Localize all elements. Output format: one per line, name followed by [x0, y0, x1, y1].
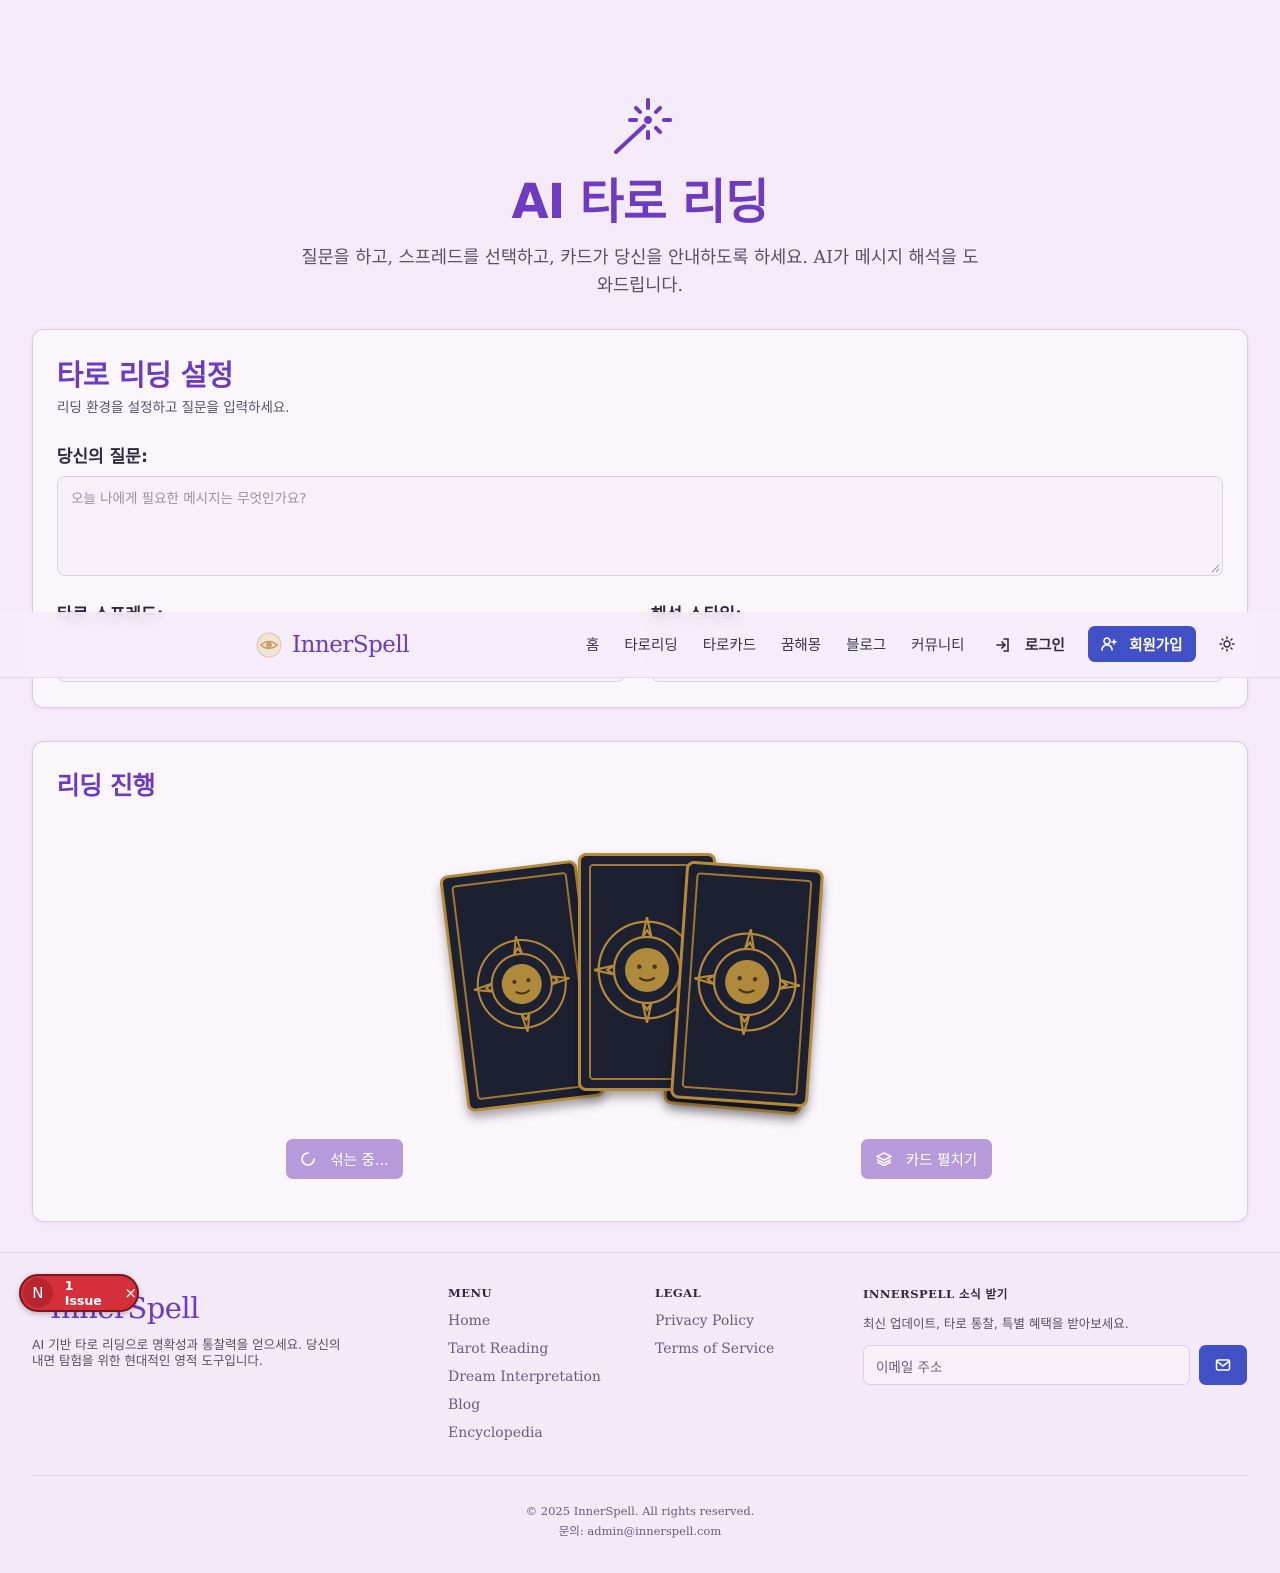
- nav-home[interactable]: 홈: [586, 634, 599, 655]
- issue-initial: N: [23, 1278, 53, 1308]
- copyright-text: © 2025 InnerSpell. All rights reserved.: [525, 1504, 755, 1518]
- footer-menu-title: MENU: [448, 1286, 493, 1300]
- page-subtitle: 질문을 하고, 스프레드를 선택하고, 카드가 당신을 안내하도록 하세요. A…: [301, 248, 979, 296]
- footer: InnerSpell AI 기반 타로 리딩으로 명확성과 통찰력을 얻으세요.…: [0, 1252, 1280, 1573]
- shuffle-button[interactable]: 섞는 중...: [286, 1139, 403, 1179]
- sun-icon[interactable]: [1219, 636, 1235, 652]
- issue-label: 1 Issue: [64, 1278, 102, 1308]
- newsletter-email-input[interactable]: 이메일 주소: [863, 1345, 1190, 1385]
- footer-link-encyclopedia[interactable]: Encyclopedia: [448, 1425, 601, 1453]
- brand-name: InnerSpell: [292, 632, 410, 658]
- nav-dream[interactable]: 꿈해몽: [781, 634, 821, 655]
- page-title: AI 타로 리딩: [511, 174, 769, 230]
- signup-label: 회원가입: [1129, 637, 1183, 654]
- copyright: © 2025 InnerSpell. All rights reserved. …: [0, 1501, 1280, 1541]
- settings-title: 타로 리딩 설정: [57, 358, 234, 392]
- footer-link-privacy[interactable]: Privacy Policy: [655, 1313, 774, 1341]
- email-placeholder: 이메일 주소: [876, 1360, 943, 1376]
- sun-face-icon: [694, 929, 801, 1035]
- footer-link-tarot-reading[interactable]: Tarot Reading: [448, 1341, 601, 1369]
- contact-text: 문의: admin@innerspell.com: [558, 1524, 722, 1538]
- hero: AI 타로 리딩 질문을 하고, 스프레드를 선택하고, 카드가 당신을 안내하…: [0, 96, 1280, 300]
- sun-face-icon: [473, 936, 570, 1032]
- user-plus-icon: [1101, 637, 1118, 651]
- footer-legal-links: Privacy Policy Terms of Service: [655, 1313, 774, 1369]
- reading-title: 리딩 진행: [57, 771, 156, 800]
- top-navbar: InnerSpell 홈 타로리딩 타로카드 꿈해몽 블로그 커뮤니티 로그인 …: [0, 612, 1280, 678]
- reading-progress-card: 리딩 진행 섞는 중... 카드 펼치기: [32, 741, 1248, 1222]
- nav-tarot-cards[interactable]: 타로카드: [703, 634, 756, 655]
- mail-icon: [1215, 1359, 1231, 1371]
- tarot-card-back: [669, 860, 825, 1108]
- newsletter-submit-button[interactable]: [1199, 1345, 1247, 1385]
- nav-blog[interactable]: 블로그: [846, 634, 886, 655]
- loading-spinner-icon: [301, 1152, 316, 1166]
- nav-tarot-reading[interactable]: 타로리딩: [624, 634, 677, 655]
- layers-icon: [876, 1152, 892, 1167]
- footer-divider: [32, 1475, 1248, 1476]
- login-button[interactable]: 로그인: [995, 634, 1065, 655]
- footer-description: AI 기반 타로 리딩으로 명확성과 통찰력을 얻으세요. 당신의 내면 탐험을…: [32, 1337, 341, 1368]
- nav-links: 홈 타로리딩 타로카드 꿈해몽 블로그 커뮤니티: [586, 634, 990, 655]
- question-input[interactable]: 오늘 나에게 필요한 메시지는 무엇인가요?: [57, 476, 1223, 576]
- issue-badge[interactable]: N 1 Issue ×: [19, 1274, 139, 1312]
- footer-menu-links: Home Tarot Reading Dream Interpretation …: [448, 1313, 601, 1453]
- magic-wand-icon: [614, 98, 672, 154]
- login-label: 로그인: [1025, 638, 1066, 654]
- eye-logo-icon: [256, 632, 282, 658]
- brand-logo[interactable]: InnerSpell: [256, 630, 410, 660]
- question-placeholder: 오늘 나에게 필요한 메시지는 무엇인가요?: [71, 491, 307, 507]
- footer-link-terms[interactable]: Terms of Service: [655, 1341, 774, 1369]
- nav-community[interactable]: 커뮤니티: [911, 634, 964, 655]
- footer-link-home[interactable]: Home: [448, 1313, 601, 1341]
- footer-legal-title: LEGAL: [655, 1286, 702, 1300]
- shuffle-label: 섞는 중...: [330, 1152, 389, 1169]
- login-icon: [996, 637, 1009, 652]
- resize-grip-icon[interactable]: [1210, 563, 1220, 573]
- newsletter-description: 최신 업데이트, 타로 통찰, 특별 혜택을 받아보세요.: [863, 1316, 1129, 1331]
- footer-link-blog[interactable]: Blog: [448, 1397, 601, 1425]
- settings-description: 리딩 환경을 설정하고 질문을 입력하세요.: [57, 400, 290, 416]
- footer-link-dream[interactable]: Dream Interpretation: [448, 1369, 601, 1397]
- spread-cards-label: 카드 펼치기: [905, 1152, 978, 1169]
- close-icon[interactable]: ×: [124, 1284, 137, 1302]
- spread-cards-button[interactable]: 카드 펼치기: [861, 1139, 992, 1179]
- signup-button[interactable]: 회원가입: [1088, 626, 1196, 662]
- tarot-deck: [433, 847, 853, 1117]
- question-label: 당신의 질문:: [57, 447, 148, 467]
- newsletter-title: INNERSPELL 소식 받기: [863, 1287, 1008, 1301]
